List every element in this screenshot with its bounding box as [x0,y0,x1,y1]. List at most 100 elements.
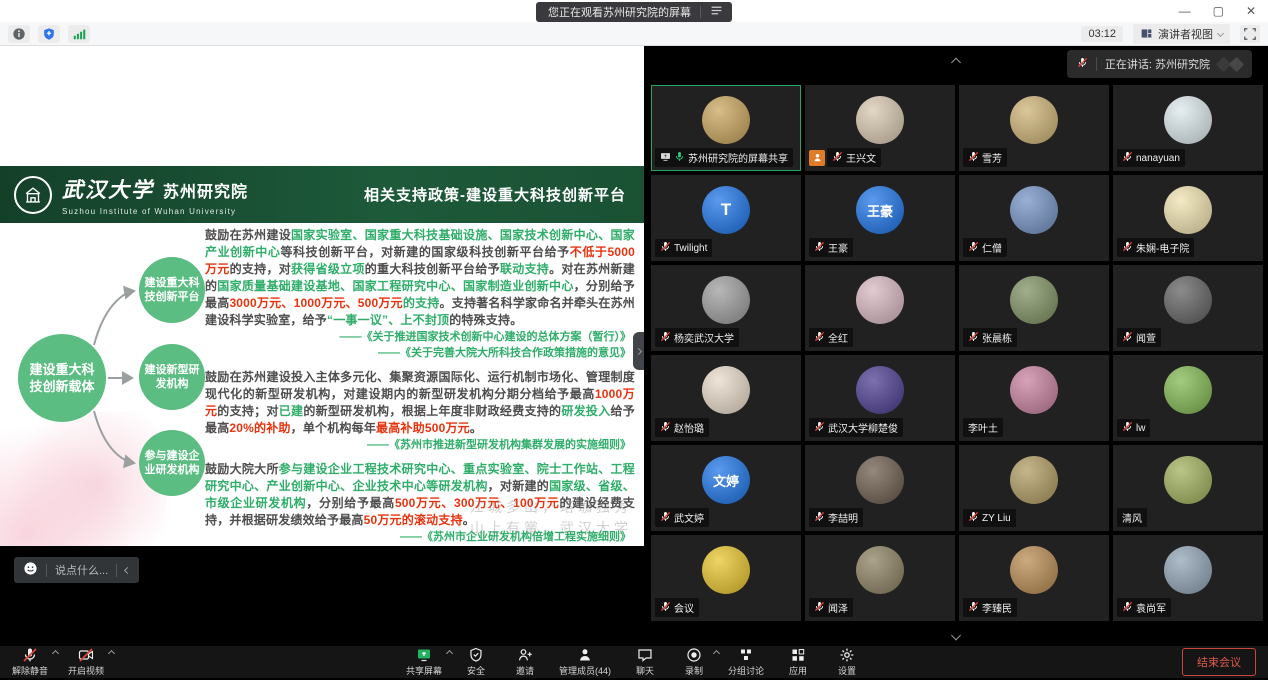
avatar [702,546,750,594]
avatar [1164,96,1212,144]
participant-tile[interactable]: 清风 [1113,445,1263,531]
toolbar-item-label: 邀请 [516,664,534,677]
participant-tile[interactable]: 全红 [805,265,955,351]
view-mode-select[interactable]: 演讲者视图 [1133,24,1230,44]
close-button[interactable]: ✕ [1246,5,1256,17]
participant-tile[interactable]: 李喆明 [805,445,955,531]
grid-scroll-up-button[interactable] [953,53,960,71]
mic-muted-icon [1122,421,1133,435]
mic-muted-icon [968,511,979,525]
participant-tile[interactable]: 苏州研究院的屏幕共享 [651,85,801,171]
chat-input-placeholder[interactable]: 说点什么... [55,562,108,578]
avatar [1010,456,1058,504]
toolbar-item-gear[interactable]: 设置 [832,647,862,677]
banner-menu-icon[interactable] [710,4,723,20]
policy-paragraph: 鼓励在苏州建设国家实验室、国家重大科技基础设施、国家技术创新中心、国家产业创新中… [205,227,635,329]
slide-title: 相关支持政策-建设重大科技创新平台 [364,184,630,205]
participant-tile[interactable]: 张晨栋 [959,265,1109,351]
avatar [856,276,904,324]
chevron-up-icon[interactable] [108,650,115,657]
toolbar-item-breakout[interactable]: 分组讨论 [728,647,764,677]
participants-pane: 正在讲话: 苏州研究院 苏州研究院的屏幕共享王兴文雪芳 nanayuan TTwil… [644,46,1268,646]
toolbar-item-record[interactable]: 录制 [679,647,709,677]
chevron-up-icon[interactable] [52,650,59,657]
info-icon[interactable] [8,25,30,43]
participant-name: Twilight [674,243,707,254]
toolbar-item-members[interactable]: 管理成员(44) [559,647,611,677]
participant-name: 闻萱 [1136,330,1156,345]
mic-active-icon [674,151,685,165]
quick-chat-bar[interactable]: 说点什么... [14,557,139,583]
emoji-icon[interactable] [23,561,38,579]
gear-icon [839,647,855,662]
minimize-button[interactable]: — [1179,5,1191,17]
breakout-icon [738,647,754,662]
participant-tile[interactable]: 仁僧 [959,175,1109,261]
toolbar-item-invite[interactable]: 邀请 [510,647,540,677]
participant-tile[interactable]: 王兴文 [805,85,955,171]
participant-tile[interactable]: 杨奕武汉大学 [651,265,801,351]
chevron-up-icon[interactable] [713,650,720,657]
apps-icon [790,647,806,662]
diagram-child-node: 参与建设企业研发机构 [139,430,205,496]
avatar: 王豪 [856,186,904,234]
chevron-left-icon[interactable] [124,566,131,573]
divider [1096,57,1097,71]
participant-tile[interactable]: 会议 [651,535,801,621]
mic-muted-icon [832,151,843,165]
meeting-window: 您正在观看苏州研究院的屏幕 — ▢ ✕ 03:12 [0,0,1268,680]
participant-name: 李臻民 [982,600,1012,615]
avatar [702,276,750,324]
mic-muted-icon [660,421,671,435]
mic-muted-icon [968,601,979,615]
meeting-timer: 03:12 [1081,26,1123,42]
divider [46,564,47,577]
toolbar-item-share-screen[interactable]: 共享屏幕 [406,647,442,677]
toolbar-item-apps[interactable]: 应用 [783,647,813,677]
participant-tile[interactable]: 袁尚军 [1113,535,1263,621]
chevron-up-icon[interactable] [446,650,453,657]
shield-icon [468,647,484,662]
participant-tile[interactable]: 朱娴-电子院 [1113,175,1263,261]
participant-tile[interactable]: 王豪王豪 [805,175,955,261]
participant-tile[interactable]: 李叶土 [959,355,1109,441]
toolbar-item-cam-off[interactable]: 开启视频 [68,647,104,677]
participant-tile[interactable]: 闻泽 [805,535,955,621]
participant-tile[interactable]: 文婷武文婷 [651,445,801,531]
maximize-button[interactable]: ▢ [1213,5,1224,17]
toolbar-item-shield[interactable]: 安全 [461,647,491,677]
mic-muted-icon [814,421,825,435]
participant-tile[interactable]: 雪芳 [959,85,1109,171]
panel-collapse-handle[interactable] [633,332,644,370]
participant-name: 清风 [1122,510,1142,525]
end-meeting-button[interactable]: 结束会议 [1182,648,1256,676]
participant-tile[interactable]: 李臻民 [959,535,1109,621]
meeting-statusbar: 03:12 演讲者视图 [0,22,1268,46]
avatar [1010,546,1058,594]
participant-name: 雪芳 [982,150,1002,165]
toolbar-item-mic-off-big[interactable]: 解除静音 [12,647,48,677]
participant-name: 赵怡璐 [674,420,704,435]
participant-tile[interactable]: nanayuan [1113,85,1263,171]
share-screen-icon [416,647,432,662]
participant-tile[interactable]: TTwilight [651,175,801,261]
network-signal-icon[interactable] [68,25,90,43]
participant-tile[interactable]: ZY Liu [959,445,1109,531]
avatar [1164,186,1212,234]
window-titlebar: 您正在观看苏州研究院的屏幕 — ▢ ✕ [0,0,1268,22]
toolbar-item-chat[interactable]: 聊天 [630,647,660,677]
participant-tile[interactable]: 闻萱 [1113,265,1263,351]
participant-tile[interactable]: 武汉大学柳楚俊 [805,355,955,441]
avatar [1164,366,1212,414]
mic-muted-icon [814,241,825,255]
participant-tile[interactable]: lw [1113,355,1263,441]
participant-tile[interactable]: 赵怡璐 [651,355,801,441]
avatar [1010,186,1058,234]
shield-icon[interactable] [38,25,60,43]
grid-scroll-down-button[interactable] [953,626,960,644]
active-speaker-label: 正在讲话: 苏州研究院 [1105,56,1210,72]
avatar [1164,456,1212,504]
fullscreen-button[interactable] [1240,25,1260,43]
policy-citation: ——《关于推进国家技术创新中心建设的总体方案（暂行）》 [205,329,635,345]
mic-muted-icon [1122,601,1133,615]
